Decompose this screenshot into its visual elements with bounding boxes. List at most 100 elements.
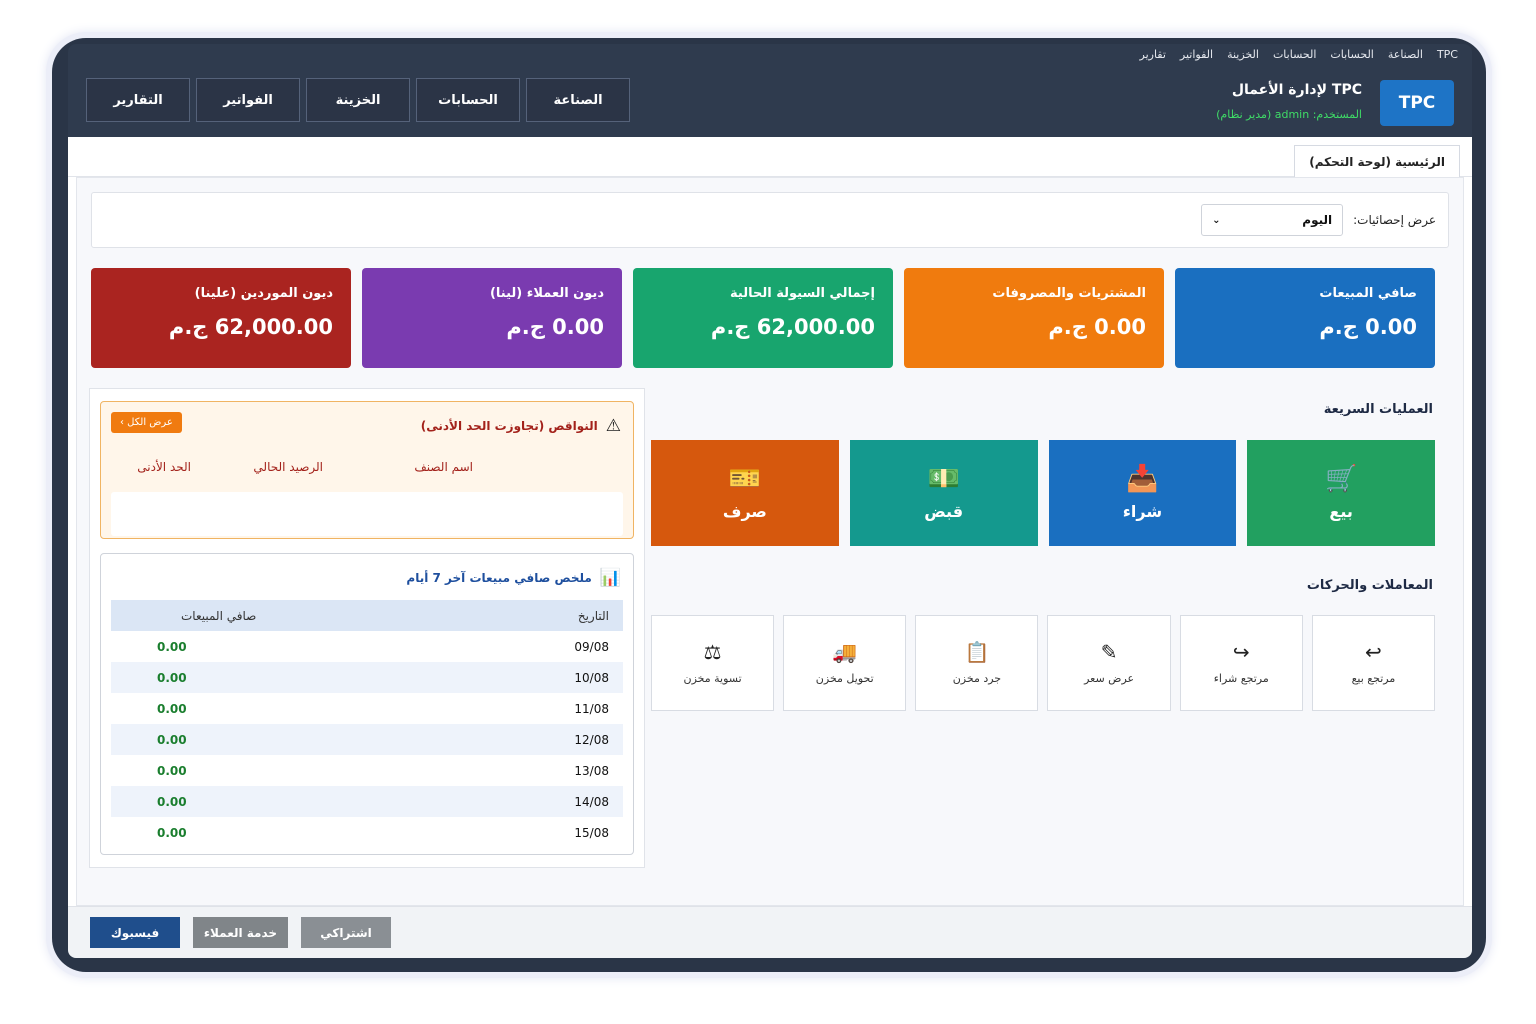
transactions-title: المعاملات والحركات [1306,578,1433,593]
main-content: الرئيسية (لوحة التحكم) عرض إحصائيات: الي… [68,137,1472,906]
nav-invoices-button[interactable]: الفواتير [196,78,300,122]
quick-payment-button[interactable]: 🎫 صرف [651,440,839,546]
row-value: 0.00 [157,670,187,685]
row-date: 14/08 [574,794,609,809]
kpi-title: ديون الموردين (علينا) [194,286,333,301]
stats-selected-value: اليوم [1302,213,1333,227]
stock-count-button[interactable]: 📋 جرد مخزن [915,615,1039,711]
row-value: 0.00 [157,639,187,654]
quick-actions: 🛒 بيع 📥 شراء 💵 قبض 🎫 صرف [651,440,1435,546]
customer-service-button[interactable]: خدمة العملاء [193,917,288,948]
kpi-value: 0.00 ج.م [506,315,604,339]
stock-adjust-button[interactable]: ⚖ تسوية مخزن [650,615,775,711]
kpi-value: 0.00 ج.م [1319,315,1417,339]
sales-summary-table: التاريخ صافي المبيعات 09/08 0.00 10/08 0… [111,600,623,848]
sales-return-button[interactable]: ↩ مرتجع بيع [1311,615,1435,711]
transaction-label: جرد مخزن [952,671,1002,685]
quick-label: صرف [722,501,767,521]
shopping-cart-icon: 🛒 [1324,463,1358,494]
view-all-button[interactable]: عرض الكل › [111,412,182,433]
nav-treasury-button[interactable]: الخزينة [306,78,410,122]
clipboard-icon: 📋 [964,639,990,664]
purchase-box-icon: 📥 [1126,463,1159,494]
transaction-label: عرض سعر [1084,671,1135,685]
menu-item[interactable]: الصناعة [1388,48,1423,66]
row-date: 12/08 [574,732,609,747]
nav-accounts-button[interactable]: الحسابات [416,78,520,122]
menu-bar: TPC الصناعة الحسابات الحسابات الخزينة ال… [1140,48,1459,66]
truck-icon: 🚚 [832,639,858,664]
kpi-title: إجمالي السيولة الحالية [730,286,875,301]
warning-icon: ⚠ [605,416,621,436]
row-value: 0.00 [157,732,187,747]
kpi-title: صافي المبيعات [1319,286,1417,301]
shortage-panel: ⚠ النواقص (تجاوزت الحد الأدنى) عرض الكل … [100,401,634,539]
table-row: 14/08 0.00 [111,786,623,817]
quick-label: بيع [1329,501,1353,521]
menu-item[interactable]: الحسابات [1273,48,1316,66]
app-header: TPC TPC لإدارة الأعمال المستخدم: admin (… [68,74,1472,134]
dashboard-panel: عرض إحصائيات: اليوم ⌄ صافي المبيعات 0.00… [76,177,1464,906]
row-value: 0.00 [157,825,187,840]
column-header: اسم الصنف [414,460,473,474]
column-header: التاريخ [577,608,609,623]
price-quote-button[interactable]: ✎ عرض سعر [1047,615,1171,711]
my-subscription-button[interactable]: اشتراكي [301,917,391,948]
transaction-label: مرتجع بيع [1351,671,1396,685]
kpi-value: 62,000.00 ج.م [710,315,875,339]
quick-label: شراء [1122,501,1163,521]
table-header: التاريخ صافي المبيعات [111,600,623,631]
tab-dashboard[interactable]: الرئيسية (لوحة التحكم) [1294,145,1460,178]
stats-filter-bar: عرض إحصائيات: اليوم ⌄ [91,192,1449,248]
kpi-value: 62,000.00 ج.م [168,315,333,339]
menu-item[interactable]: الخزينة [1227,48,1259,66]
shortage-table-body [111,492,623,536]
row-date: 13/08 [574,763,609,778]
menu-item[interactable]: تقارير [1140,48,1166,66]
redo-arrow-icon: ↪ [1232,639,1250,664]
purchase-return-button[interactable]: ↪ مرتجع شراء [1179,615,1303,711]
table-row: 15/08 0.00 [111,817,623,848]
kpi-card-net-sales: صافي المبيعات 0.00 ج.م [1175,268,1435,368]
chevron-down-icon: ⌄ [1212,214,1221,226]
row-value: 0.00 [157,701,187,716]
bar-chart-icon: 📊 [599,568,621,588]
user-info: المستخدم: admin (مدير نظام) [1216,108,1362,121]
table-row: 09/08 0.00 [111,631,623,662]
sales-summary-title: ملخص صافي مبيعات آخر 7 أيام [406,571,592,585]
kpi-card-liquidity: إجمالي السيولة الحالية 62,000.00 ج.م [633,268,893,368]
app-title: TPC لإدارة الأعمال [1231,82,1362,98]
quick-receipt-button[interactable]: 💵 قبض [849,440,1038,546]
row-date: 11/08 [574,701,609,716]
kpi-card-supplier-debts: ديون الموردين (علينا) 62,000.00 ج.م [91,268,351,368]
stock-transfer-button[interactable]: 🚚 تحويل مخزن [783,615,907,711]
menu-item[interactable]: TPC [1437,48,1458,66]
row-value: 0.00 [157,794,187,809]
return-arrow-icon: ↩ [1365,639,1382,664]
row-date: 09/08 [574,639,609,654]
facebook-button[interactable]: فيسبوك [90,917,180,948]
quick-label: قبض [924,501,964,521]
sales-summary-panel: 📊 ملخص صافي مبيعات آخر 7 أيام التاريخ صا… [100,553,634,855]
menu-item[interactable]: الفواتير [1180,48,1213,66]
transaction-label: تحويل مخزن [815,671,874,685]
nav-reports-button[interactable]: التقارير [86,78,190,122]
balance-scale-icon: ⚖ [703,639,722,664]
table-row: 12/08 0.00 [111,724,623,755]
transaction-label: مرتجع شراء [1213,671,1269,685]
menu-item[interactable]: الحسابات [1330,48,1373,66]
sales-summary-title-row: 📊 ملخص صافي مبيعات آخر 7 أيام [406,568,621,588]
stats-period-select[interactable]: اليوم ⌄ [1201,204,1344,236]
app-window: TPC الصناعة الحسابات الحسابات الخزينة ال… [68,44,1472,958]
quick-buy-button[interactable]: 📥 شراء [1048,440,1237,546]
kpi-card-customer-debts: ديون العملاء (لينا) 0.00 ج.م [362,268,622,368]
cash-receipt-icon: 💵 [927,463,960,494]
kpi-card-purchases: المشتريات والمصروفات 0.00 ج.م [904,268,1164,368]
quick-sell-button[interactable]: 🛒 بيع [1247,440,1435,546]
edit-document-icon: ✎ [1100,639,1118,664]
shortage-table-header: اسم الصنف الرصيد الحالي الحد الأدنى [101,460,633,480]
transaction-label: تسوية مخزن [683,671,742,685]
column-header: الحد الأدنى [137,460,191,474]
table-row: 13/08 0.00 [111,755,623,786]
nav-industry-button[interactable]: الصناعة [526,78,630,122]
